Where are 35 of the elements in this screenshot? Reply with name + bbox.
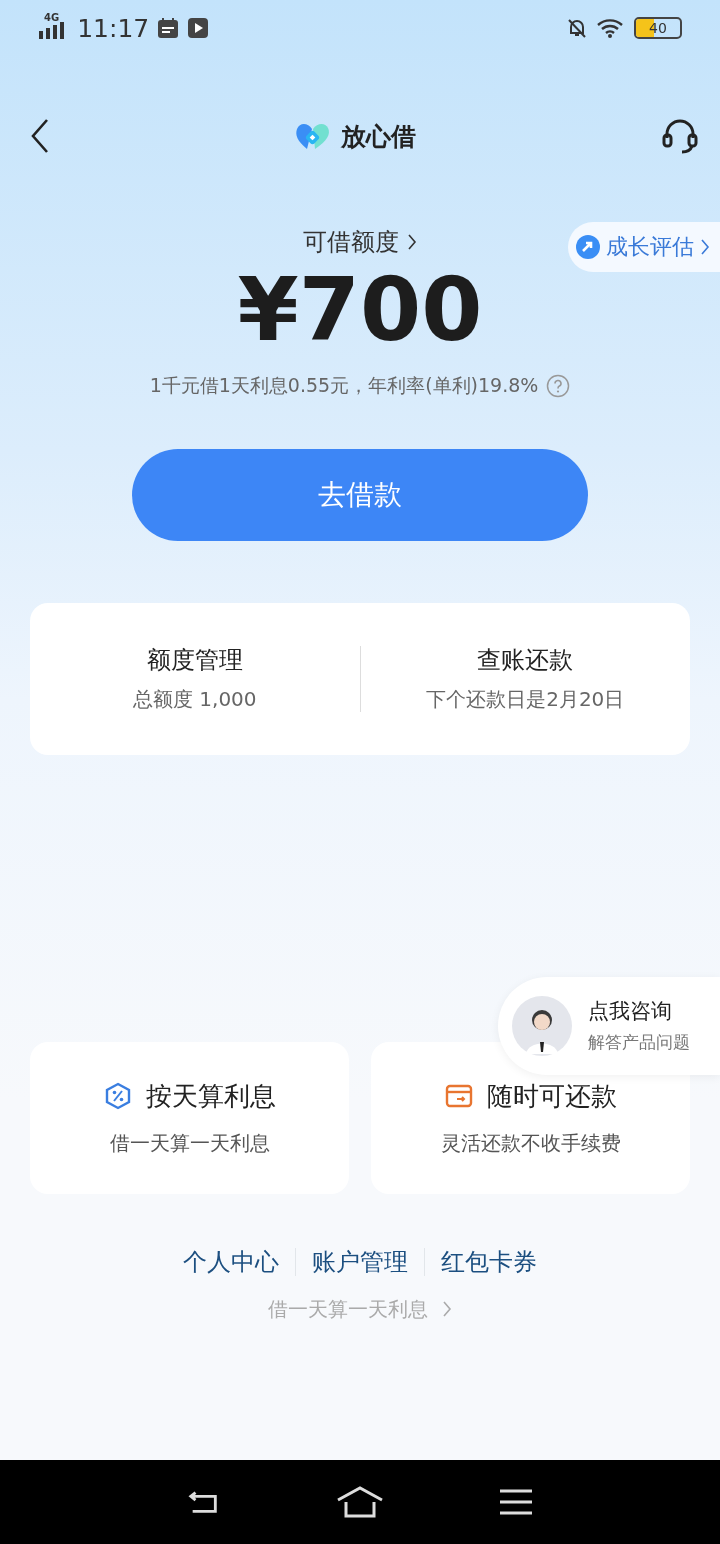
consult-subtitle: 解答产品问题 [588,1031,690,1055]
chevron-icon [407,233,417,251]
chevron-icon [700,238,710,256]
card-title[interactable]: 额度管理 [146,644,243,677]
calendar-icon [157,17,180,39]
footer-link[interactable]: 账户管理 [312,1245,408,1278]
card-title[interactable]: 查账还款 [477,644,574,677]
bell-off-icon [566,17,588,39]
agent-avatar-icon [512,995,572,1056]
feature-subtitle: 灵活还款不收手续费 [440,1129,621,1157]
borrow-button[interactable]: 去借款 [132,448,588,541]
app-title: 放心借 [340,120,416,153]
feature-title: 随时可还款 [486,1079,617,1113]
card-subtitle: 总额度 1,000 [132,686,257,714]
heart-logo-icon [294,121,331,151]
feature-title: 按天算利息 [145,1079,276,1113]
rate-note: 1千元借1天利息0.55元，年利率(单利)19.8% [149,372,539,398]
network-label: 4G [44,11,60,23]
footer-link[interactable]: 个人中心 [183,1245,279,1278]
credit-limit-link[interactable]: 可借额度 [303,226,417,258]
home-icon[interactable] [336,1486,384,1518]
back-icon[interactable] [30,118,50,154]
status-time: 11:17 [77,13,150,43]
consult-bubble[interactable]: 点我咨询 解答产品问题 [498,976,720,1075]
credit-amount: ¥700 [237,262,483,359]
feature-subtitle: 借一天算一天利息 [109,1129,270,1157]
play-icon [187,17,210,39]
footer-link[interactable]: 红包卡券 [441,1245,537,1278]
consult-title: 点我咨询 [588,998,673,1026]
menu-icon[interactable] [498,1488,533,1516]
percent-icon [103,1082,132,1111]
card-subtitle: 下个还款日是2月20日 [426,686,625,714]
growth-assessment-button[interactable]: 成长评估 [568,222,720,272]
arrow-up-icon [576,235,600,259]
chevron-icon [442,1300,452,1319]
